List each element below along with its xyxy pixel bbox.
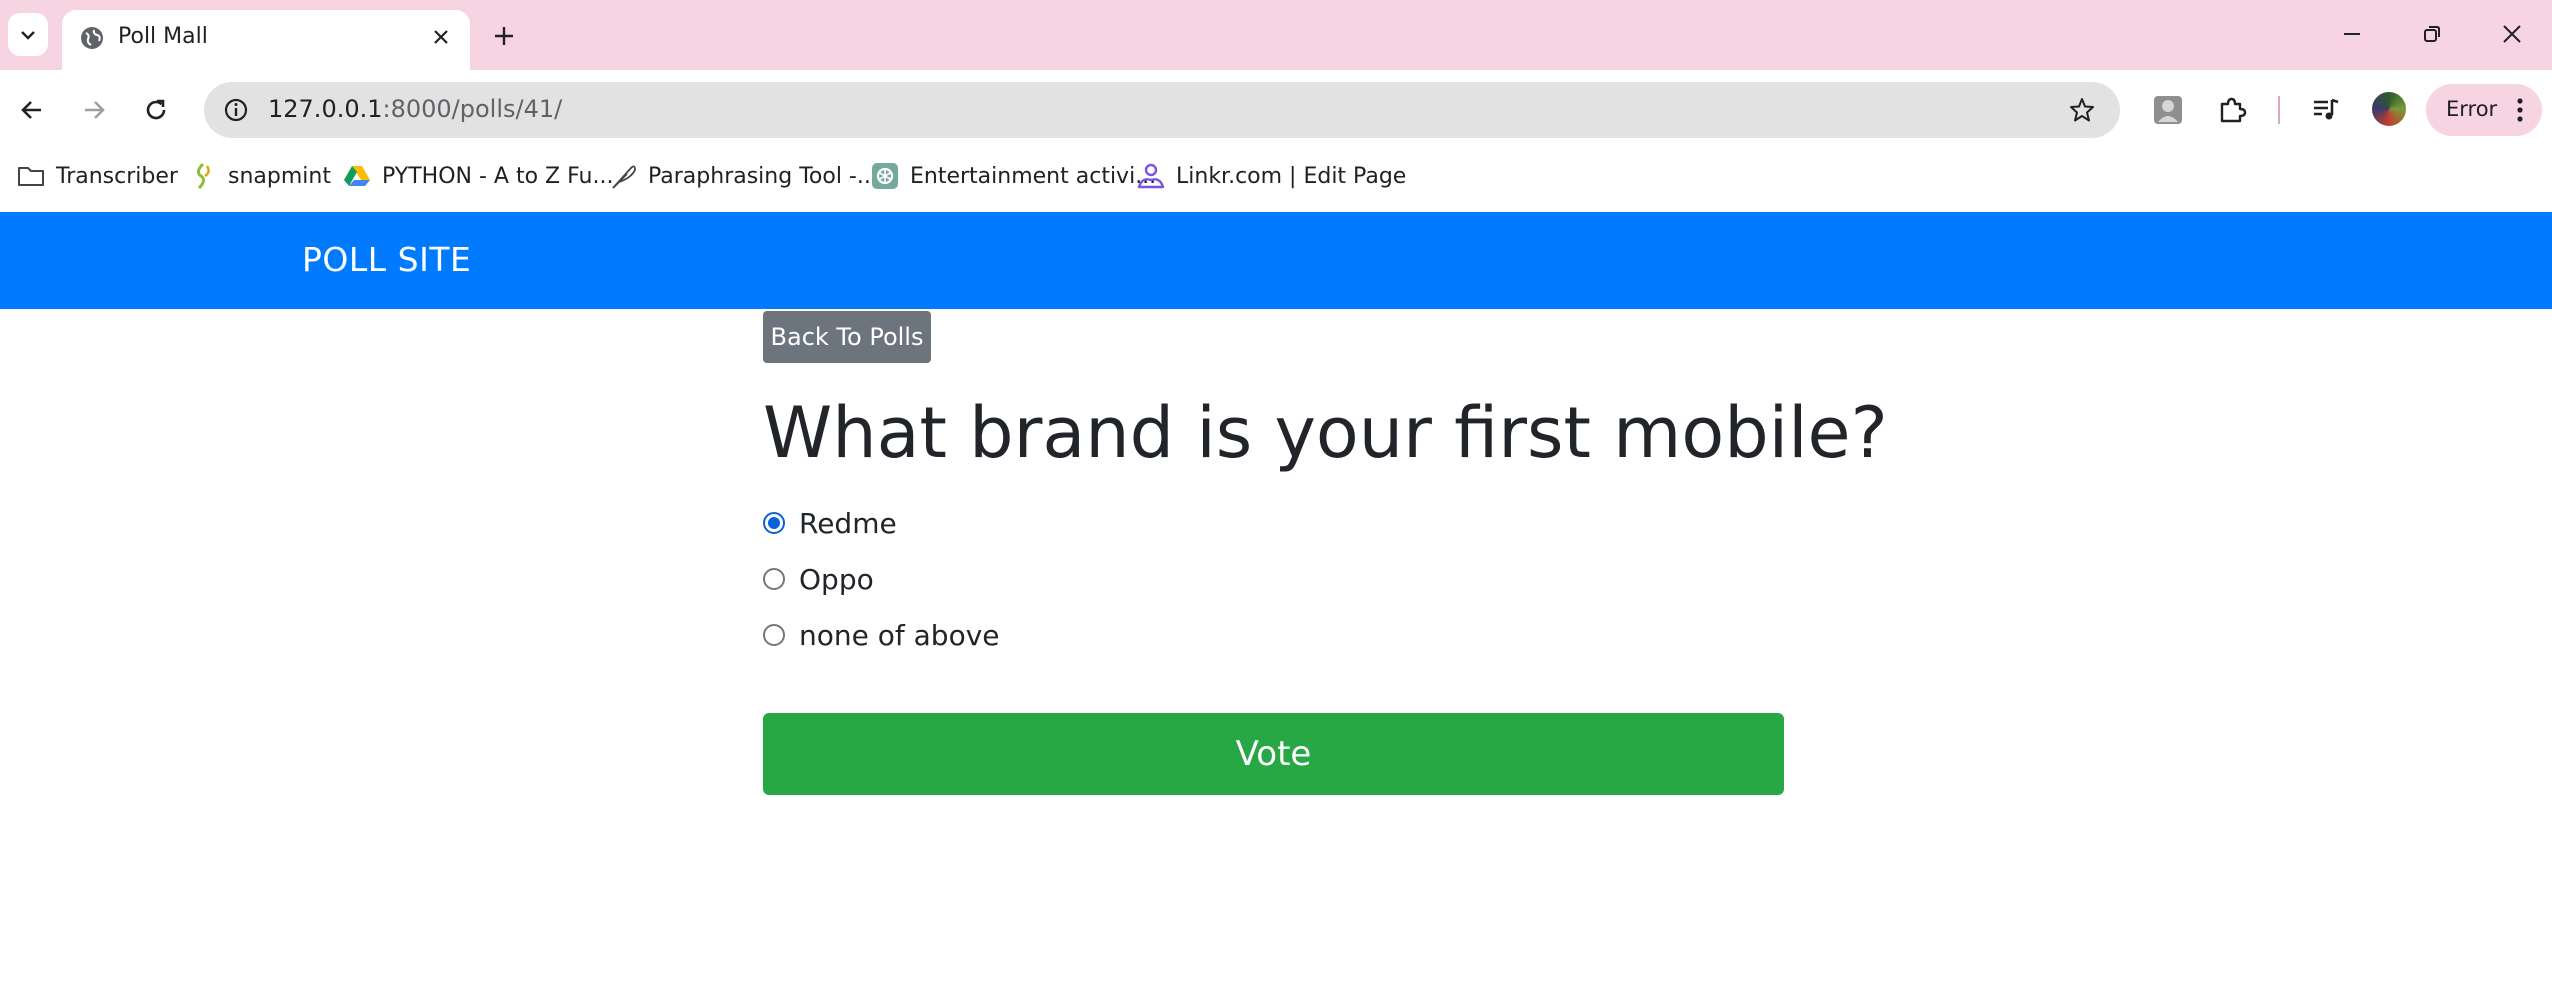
browser-tab-active[interactable]: Poll Mall [62, 10, 470, 70]
reload-icon [146, 99, 166, 120]
choice-label: none of above [799, 618, 1000, 652]
choice-radio-oppo[interactable] [763, 568, 785, 590]
plus-icon [495, 27, 513, 45]
chatgpt-icon [870, 161, 900, 191]
close-icon [434, 30, 448, 44]
close-icon [2503, 25, 2521, 43]
browser-tabstrip: Poll Mall [0, 0, 2552, 70]
extension-profile-button[interactable] [2146, 88, 2190, 132]
google-drive-icon [342, 161, 372, 191]
browser-toolbar: 127.0.0.1:8000/polls/41/ Error [0, 70, 2552, 150]
choice-radio-none-of-above[interactable] [763, 624, 785, 646]
star-icon [2070, 98, 2094, 122]
tab-title: Poll Mall [118, 24, 208, 49]
bookmark-label: Transcriber [56, 163, 178, 189]
back-to-polls-button[interactable]: Back To Polls [763, 311, 931, 363]
toolbar-separator [2278, 96, 2280, 124]
bookmark-label: Linkr.com | Edit Page [1176, 163, 1407, 189]
restore-button[interactable] [2412, 14, 2452, 54]
address-bar[interactable]: 127.0.0.1:8000/polls/41/ [204, 82, 2120, 138]
choice-label: Oppo [799, 562, 874, 596]
puzzle-icon [2220, 97, 2247, 123]
bookmark-star-button[interactable] [2062, 90, 2102, 130]
globe-icon [81, 27, 103, 49]
tab-close-button[interactable] [424, 20, 458, 54]
snapmint-icon [188, 161, 218, 191]
profile-avatar[interactable] [2370, 90, 2408, 128]
bookmarks-bar: Transcriber snapmint PYTHON - A to Z Fu.… [0, 150, 2552, 212]
vote-button[interactable]: Vote [763, 713, 1784, 795]
url-path: :8000/polls/41/ [382, 95, 563, 123]
tab-search-button[interactable] [8, 13, 48, 56]
bookmark-paraphrasing[interactable]: Paraphrasing Tool -... [608, 158, 878, 194]
choice-label: Redme [799, 506, 897, 540]
choice-radio-redme[interactable] [763, 512, 785, 534]
choice-oppo[interactable]: Oppo [763, 559, 874, 599]
site-info-button[interactable] [216, 90, 256, 130]
minimize-icon [2344, 33, 2360, 35]
arrow-left-icon [21, 101, 41, 119]
new-tab-button[interactable] [484, 16, 524, 56]
bookmark-label: snapmint [228, 163, 331, 189]
bookmark-label: Paraphrasing Tool -... [648, 163, 878, 189]
forward-button[interactable] [72, 88, 116, 132]
choice-none-of-above[interactable]: none of above [763, 615, 1000, 655]
profile-error-label: Error [2446, 97, 2498, 121]
extension-avatar-icon [2154, 96, 2182, 124]
reload-button[interactable] [134, 88, 178, 132]
arrow-right-icon [85, 101, 105, 119]
bookmark-label: PYTHON - A to Z Fu... [382, 163, 614, 189]
bookmark-linkr[interactable]: Linkr.com | Edit Page [1136, 158, 1406, 194]
restore-icon [2424, 26, 2440, 42]
bookmark-transcriber[interactable]: Transcriber [16, 158, 178, 194]
chevron-down-icon [21, 30, 35, 40]
media-controls-button[interactable] [2304, 88, 2348, 132]
bookmark-python[interactable]: PYTHON - A to Z Fu... [342, 158, 613, 194]
feather-icon [608, 161, 638, 191]
bookmark-label: Entertainment activi... [910, 163, 1157, 189]
more-vertical-icon [2517, 98, 2523, 122]
linkr-icon [1136, 161, 1166, 191]
bookmark-snapmint[interactable]: snapmint [188, 158, 331, 194]
bookmark-entertainment[interactable]: Entertainment activi... [870, 158, 1156, 194]
choice-redme[interactable]: Redme [763, 503, 897, 543]
music-queue-icon [2314, 98, 2339, 120]
menu-button[interactable] [2508, 96, 2532, 124]
close-window-button[interactable] [2492, 14, 2532, 54]
site-brand-link[interactable]: POLL SITE [302, 240, 471, 279]
poll-question: What brand is your first mobile? [763, 392, 1888, 474]
site-navbar: POLL SITE [0, 212, 2552, 309]
info-icon [224, 98, 248, 122]
back-button[interactable] [10, 88, 54, 132]
minimize-button[interactable] [2332, 14, 2372, 54]
folder-icon [16, 161, 46, 191]
address-url[interactable]: 127.0.0.1:8000/polls/41/ [268, 95, 562, 123]
url-host: 127.0.0.1 [268, 95, 383, 123]
extensions-button[interactable] [2210, 88, 2254, 132]
profile-error-chip[interactable]: Error [2426, 84, 2542, 136]
